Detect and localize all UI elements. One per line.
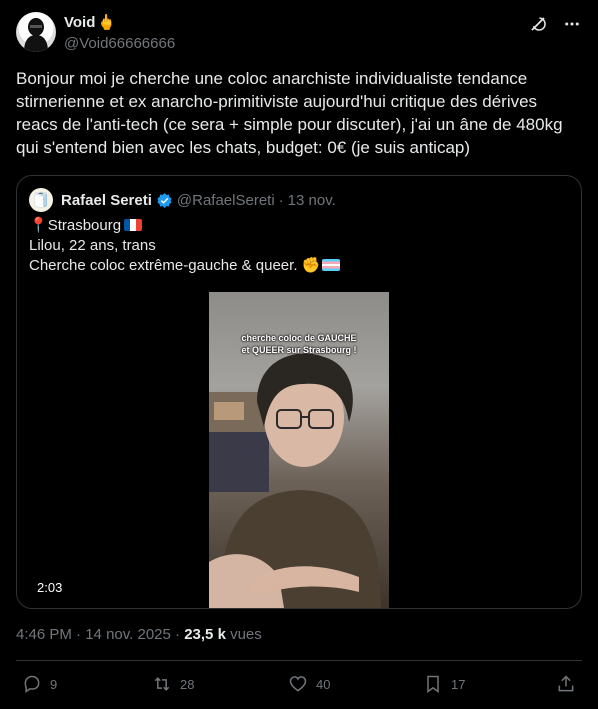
reply-icon <box>24 675 40 693</box>
heart-icon <box>289 676 307 692</box>
more-icon[interactable] <box>562 14 582 34</box>
tweet-header: Void 🖕 @Void66666666 <box>16 12 582 56</box>
bookmark-icon <box>427 675 439 693</box>
quoted-line-3: Cherche coloc extrême-gauche & queer. <box>29 257 298 274</box>
quoted-line-2: Lilou, 22 ans, trans <box>29 237 156 254</box>
video-caption: cherche coloc de GAUCHE et QUEER sur Str… <box>209 332 389 356</box>
trans-flag-icon <box>322 259 341 271</box>
author-emoji: 🖕 <box>97 14 117 31</box>
author-display-name[interactable]: Void <box>64 14 95 31</box>
reply-count: 9 <box>50 676 58 692</box>
share-button[interactable] <box>556 674 576 694</box>
video-caption-line-1: cherche coloc de GAUCHE <box>241 333 357 343</box>
repost-icon <box>154 677 170 691</box>
quoted-tweet-text: 📍Strasbourg Lilou, 22 ans, trans Cherche… <box>29 216 341 276</box>
author-handle[interactable]: @Void66666666 <box>64 35 175 52</box>
tweet-text: Bonjour moi je cherche une coloc anarchi… <box>16 69 563 157</box>
avatar-figure-icon <box>24 18 48 52</box>
divider <box>16 660 582 661</box>
quoted-handle[interactable]: @RafaelSereti <box>177 192 275 209</box>
tweet-date[interactable]: 14 nov. 2025 <box>85 626 171 643</box>
grok-icon[interactable] <box>528 14 548 34</box>
bookmark-count: 17 <box>451 676 466 692</box>
france-flag-icon <box>124 219 143 231</box>
meta-separator: · <box>76 626 82 643</box>
verified-badge-icon <box>157 192 172 208</box>
repost-button[interactable]: 28 <box>152 674 194 694</box>
video-caption-line-2: et QUEER sur Strasbourg ! <box>241 345 357 355</box>
bookmark-button[interactable]: 17 <box>423 674 465 694</box>
like-count: 40 <box>316 676 331 692</box>
pin-icon: 📍 <box>29 217 48 234</box>
location-text: Strasbourg <box>47 217 122 234</box>
share-icon <box>558 675 574 692</box>
separator-dot: · <box>278 191 284 209</box>
video-duration: 2:03 <box>29 578 71 597</box>
quoted-avatar[interactable]: 🧻 <box>29 188 53 212</box>
views-count[interactable]: 23,5 k <box>184 626 226 643</box>
raised-fist-icon: ✊ <box>301 257 321 274</box>
views-label: vues <box>230 626 262 643</box>
quoted-tweet[interactable]: 🧻 Rafael Sereti @RafaelSereti · 13 nov. … <box>16 175 582 609</box>
author-avatar[interactable] <box>16 12 56 52</box>
repost-count: 28 <box>180 676 195 692</box>
tweet-actions: 9 28 40 17 <box>16 674 582 698</box>
quoted-display-name[interactable]: Rafael Sereti <box>61 192 152 209</box>
tweet-meta: 4:46 PM · 14 nov. 2025 · 23,5 k vues <box>16 626 262 643</box>
like-button[interactable]: 40 <box>288 674 330 694</box>
quoted-date[interactable]: 13 nov. <box>288 192 336 209</box>
quoted-tweet-header: 🧻 Rafael Sereti @RafaelSereti · 13 nov. <box>29 188 336 212</box>
reply-button[interactable]: 9 <box>22 674 57 694</box>
video-player[interactable]: cherche coloc de GAUCHE et QUEER sur Str… <box>209 292 389 608</box>
meta-separator-2: · <box>175 626 181 643</box>
tweet-time[interactable]: 4:46 PM <box>16 626 72 643</box>
